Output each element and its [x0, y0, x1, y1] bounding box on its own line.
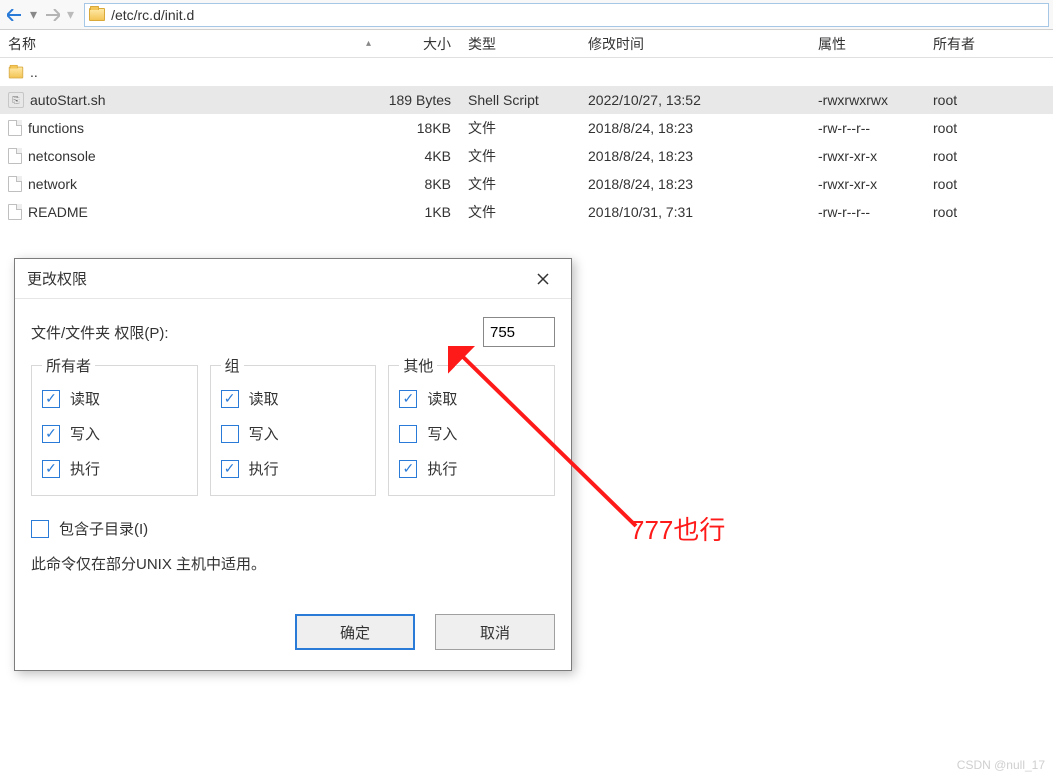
- path-text: /etc/rc.d/init.d: [111, 7, 194, 23]
- perm-owner-write-checkbox[interactable]: ✓: [42, 425, 60, 443]
- perm-exec-label: 执行: [70, 458, 100, 479]
- file-name: functions: [28, 120, 84, 136]
- file-attr: -rwxrwxrwx: [810, 86, 925, 114]
- perm-group-group: 组✓读取✓写入✓执行: [210, 365, 377, 496]
- perm-group-title: 组: [221, 355, 244, 376]
- perm-other-write-checkbox[interactable]: ✓: [399, 425, 417, 443]
- perm-write-label: 写入: [427, 423, 457, 444]
- perm-exec-label: 执行: [249, 458, 279, 479]
- perm-write-label: 写入: [249, 423, 279, 444]
- folder-icon: [89, 8, 105, 21]
- file-icon: [8, 176, 22, 192]
- perm-group-other: 其他✓读取✓写入✓执行: [388, 365, 555, 496]
- perm-group-owner: 所有者✓读取✓写入✓执行: [31, 365, 198, 496]
- file-size: 4KB: [380, 142, 460, 170]
- perm-group-write-checkbox[interactable]: ✓: [221, 425, 239, 443]
- file-size: 8KB: [380, 170, 460, 198]
- file-row[interactable]: README 1KB文件2018/10/31, 7:31-rw-r--r--roo…: [0, 198, 1053, 226]
- watermark: CSDN @null_17: [957, 758, 1045, 772]
- permission-field-label: 文件/文件夹 权限(P):: [31, 322, 169, 343]
- file-attr: -rwxr-xr-x: [810, 142, 925, 170]
- ok-button[interactable]: 确定: [295, 614, 415, 650]
- file-modified: 2018/8/24, 18:23: [580, 114, 810, 142]
- file-type: 文件: [460, 142, 580, 170]
- perm-read-label: 读取: [427, 388, 457, 409]
- perm-exec-label: 执行: [427, 458, 457, 479]
- file-modified: 2018/8/24, 18:23: [580, 170, 810, 198]
- perm-write-label: 写入: [70, 423, 100, 444]
- file-owner: root: [925, 86, 1025, 114]
- nav-forward-dropdown-icon[interactable]: ▾: [67, 6, 74, 23]
- perm-group-read-checkbox[interactable]: ✓: [221, 390, 239, 408]
- file-icon: [8, 204, 22, 220]
- file-icon: [8, 148, 22, 164]
- dialog-title: 更改权限: [27, 268, 87, 289]
- close-icon: [537, 273, 549, 285]
- column-header-row: 名称 ▴ 大小 类型 修改时间 属性 所有者: [0, 30, 1053, 58]
- file-modified: 2018/8/24, 18:23: [580, 142, 810, 170]
- file-icon: [8, 120, 22, 136]
- perm-read-label: 读取: [249, 388, 279, 409]
- perm-read-label: 读取: [70, 388, 100, 409]
- perm-other-exec-checkbox[interactable]: ✓: [399, 460, 417, 478]
- column-header-attr[interactable]: 属性: [810, 30, 925, 57]
- file-type: 文件: [460, 198, 580, 226]
- file-name: README: [28, 204, 88, 220]
- dialog-close-button[interactable]: [527, 265, 559, 293]
- folder-icon: [9, 66, 23, 78]
- file-size: 1KB: [380, 198, 460, 226]
- perm-group-title: 所有者: [42, 355, 95, 376]
- file-owner: root: [925, 170, 1025, 198]
- perm-other-read-checkbox[interactable]: ✓: [399, 390, 417, 408]
- nav-back-button[interactable]: [4, 4, 26, 26]
- file-modified: 2022/10/27, 13:52: [580, 86, 810, 114]
- perm-owner-exec-checkbox[interactable]: ✓: [42, 460, 60, 478]
- file-attr: -rwxr-xr-x: [810, 170, 925, 198]
- file-modified: 2018/10/31, 7:31: [580, 198, 810, 226]
- file-row[interactable]: functions 18KB文件2018/8/24, 18:23-rw-r--r-…: [0, 114, 1053, 142]
- file-attr: -rw-r--r--: [810, 198, 925, 226]
- path-bar[interactable]: /etc/rc.d/init.d: [84, 3, 1049, 27]
- annotation-text: 777也行: [630, 510, 725, 547]
- column-header-name-label: 名称: [8, 34, 36, 54]
- file-owner: root: [925, 198, 1025, 226]
- dialog-note: 此命令仅在部分UNIX 主机中适用。: [31, 553, 555, 574]
- file-size: 189 Bytes: [380, 86, 460, 114]
- file-size: 18KB: [380, 114, 460, 142]
- dialog-titlebar: 更改权限: [15, 259, 571, 299]
- nav-forward-button[interactable]: [41, 4, 63, 26]
- file-row[interactable]: netconsole 4KB文件2018/8/24, 18:23-rwxr-xr-…: [0, 142, 1053, 170]
- perm-owner-read-checkbox[interactable]: ✓: [42, 390, 60, 408]
- permission-input[interactable]: [483, 317, 555, 347]
- column-header-type[interactable]: 类型: [460, 30, 580, 57]
- column-header-modified[interactable]: 修改时间: [580, 30, 810, 57]
- column-header-owner[interactable]: 所有者: [925, 30, 1025, 57]
- file-name: autoStart.sh: [30, 92, 106, 108]
- parent-dir-label: ..: [30, 64, 38, 80]
- file-list: .. ⎘ autoStart.sh 189 BytesShell Script202…: [0, 58, 1053, 226]
- file-name: network: [28, 176, 77, 192]
- parent-dir-row[interactable]: ..: [0, 58, 1053, 86]
- perm-group-exec-checkbox[interactable]: ✓: [221, 460, 239, 478]
- include-subdirs-label: 包含子目录(I): [59, 518, 148, 539]
- include-subdirs-checkbox[interactable]: ✓: [31, 520, 49, 538]
- file-owner: root: [925, 142, 1025, 170]
- script-file-icon: ⎘: [8, 92, 24, 108]
- file-attr: -rw-r--r--: [810, 114, 925, 142]
- column-header-name[interactable]: 名称 ▴: [0, 30, 380, 57]
- cancel-button[interactable]: 取消: [435, 614, 555, 650]
- file-row[interactable]: ⎘ autoStart.sh 189 BytesShell Script2022/1…: [0, 86, 1053, 114]
- file-type: Shell Script: [460, 86, 580, 114]
- file-row[interactable]: network 8KB文件2018/8/24, 18:23-rwxr-xr-xro…: [0, 170, 1053, 198]
- file-type: 文件: [460, 170, 580, 198]
- file-owner: root: [925, 114, 1025, 142]
- nav-dropdown-icon[interactable]: ▾: [30, 6, 37, 23]
- toolbar: ▾ ▾ /etc/rc.d/init.d: [0, 0, 1053, 30]
- perm-group-title: 其他: [399, 355, 437, 376]
- file-name: netconsole: [28, 148, 96, 164]
- file-type: 文件: [460, 114, 580, 142]
- permissions-dialog: 更改权限 文件/文件夹 权限(P): 所有者 ✓ 读取 ✓ 写入 ✓ 执行 组 ✓ 读取 ✓ 写入 ✓ 执…: [14, 258, 572, 671]
- column-header-size[interactable]: 大小: [380, 30, 460, 57]
- sort-indicator-icon: ▴: [366, 38, 371, 49]
